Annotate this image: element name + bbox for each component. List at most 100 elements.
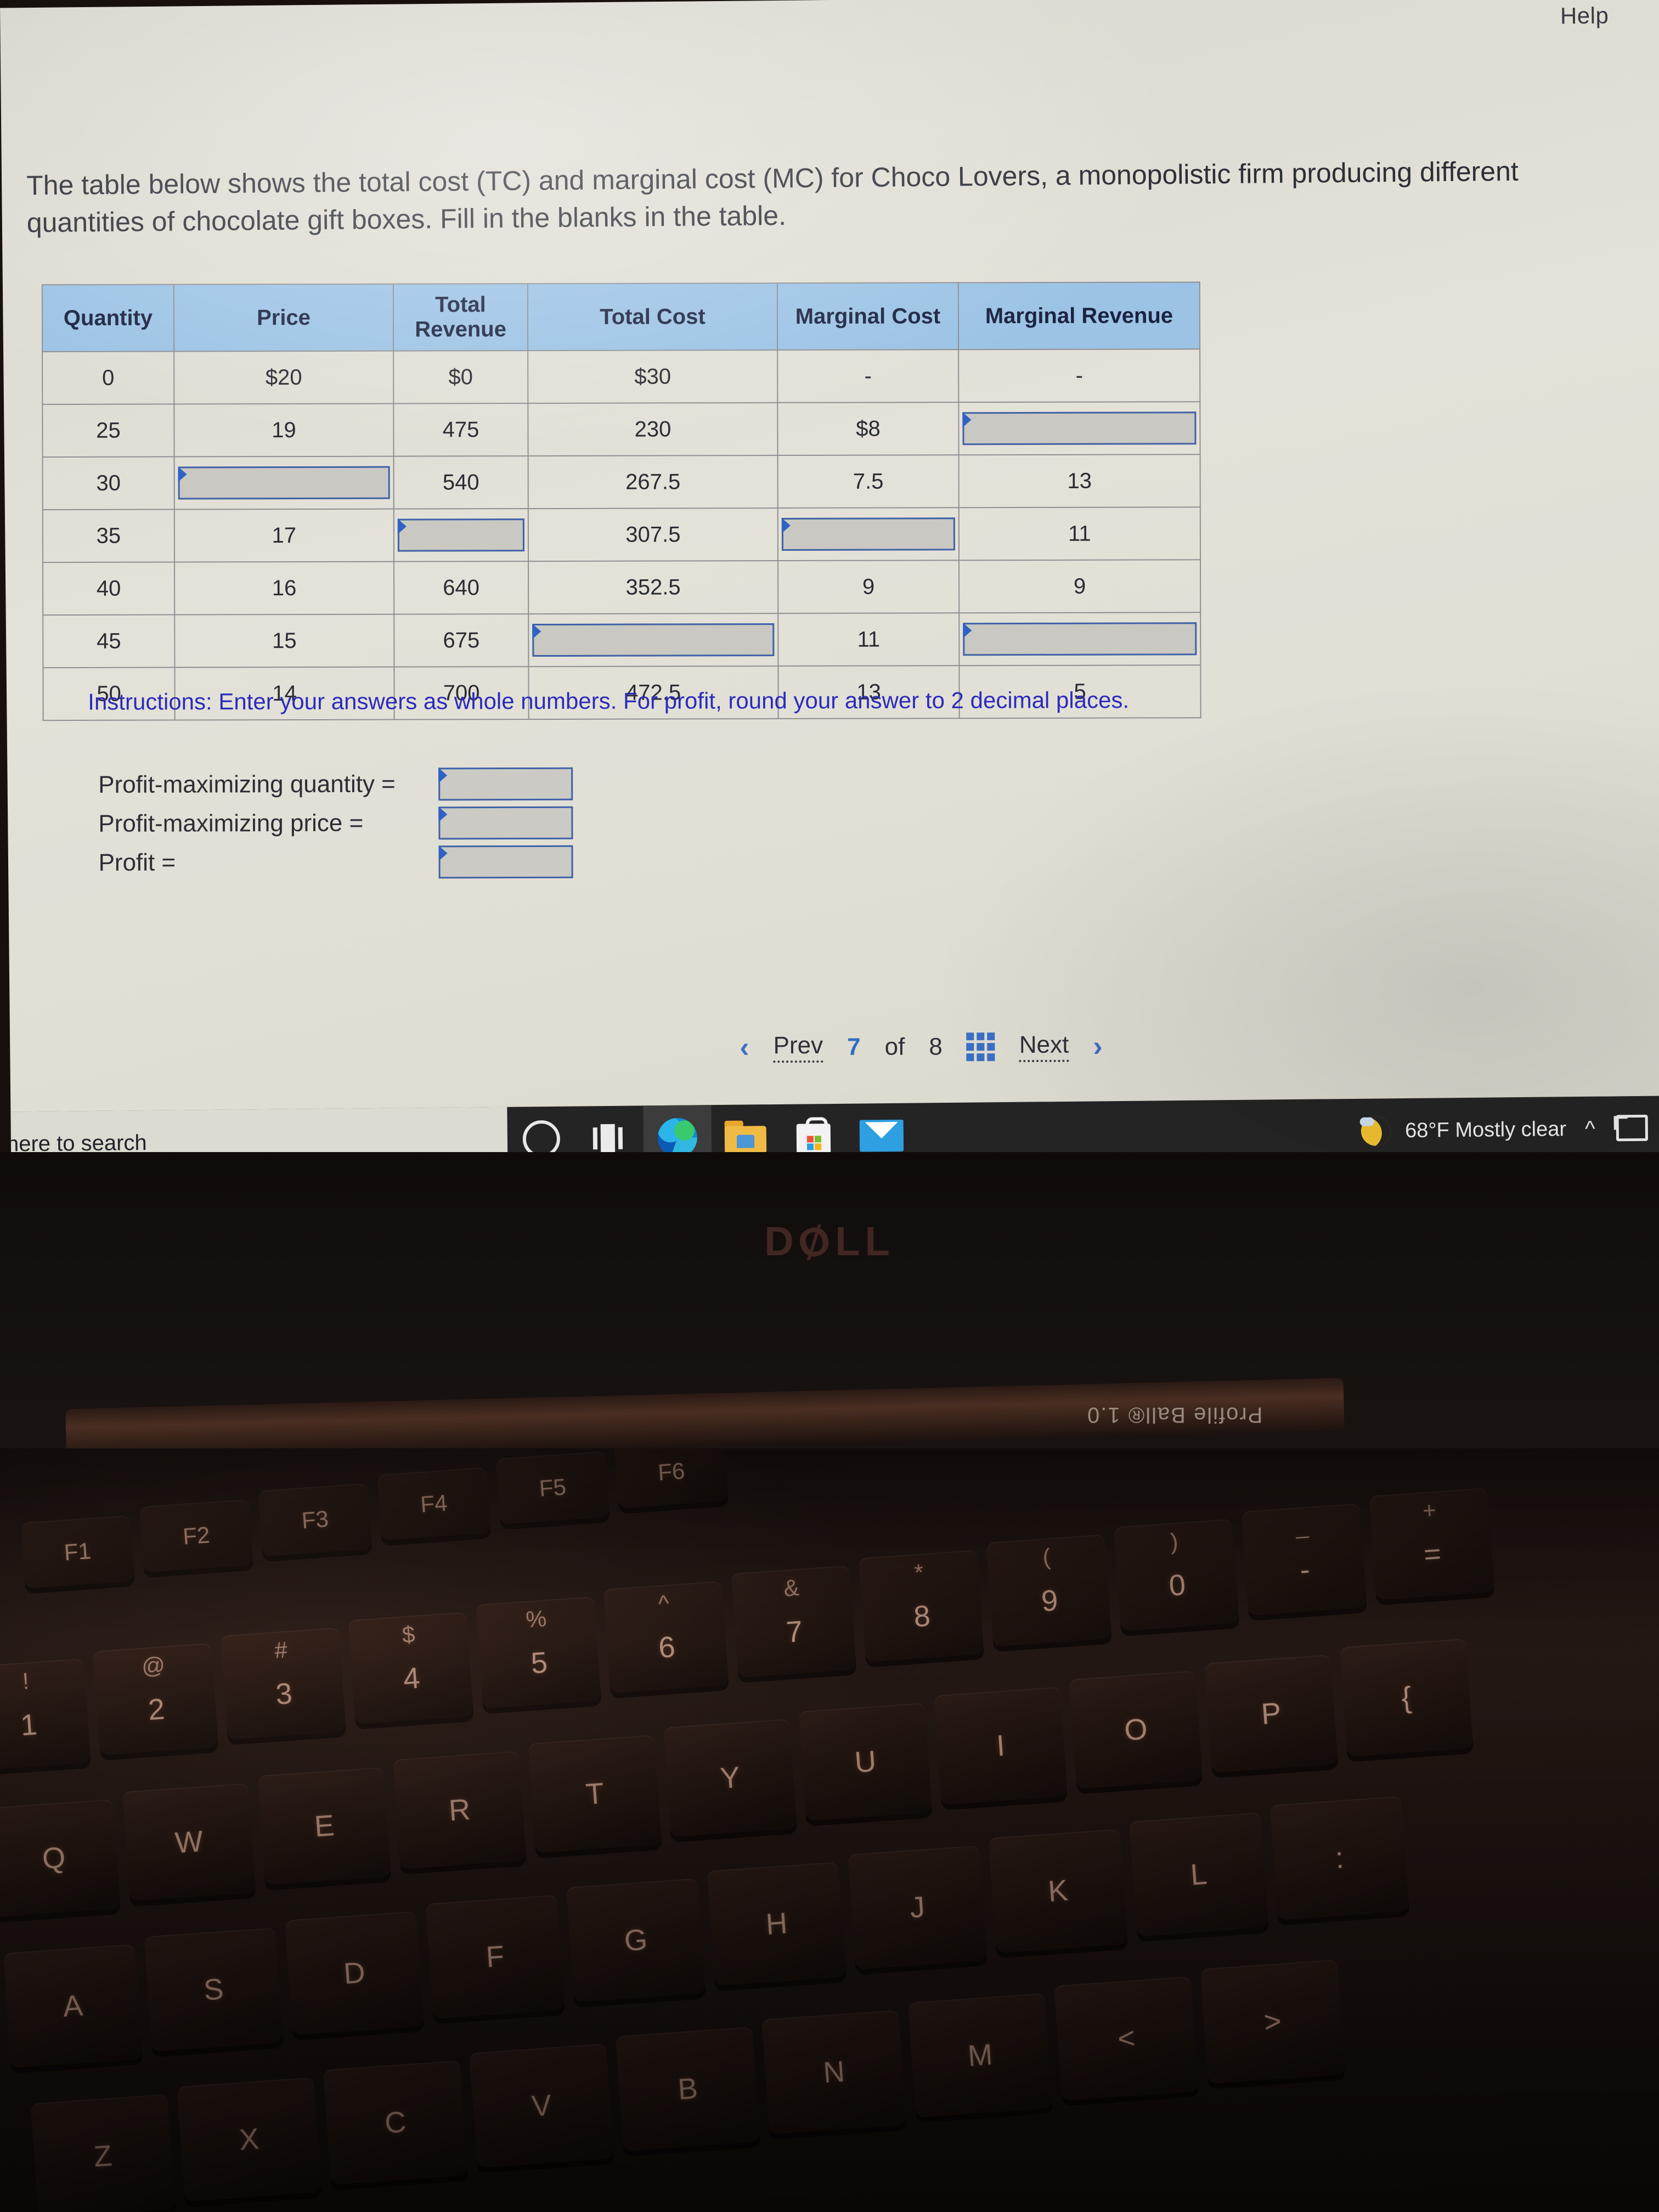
key-9[interactable]: (9 [986,1534,1112,1647]
key-1[interactable]: ! 1 [0,1658,91,1771]
key-f[interactable]: F [425,1894,565,2019]
key-5[interactable]: % 5 [476,1596,601,1709]
key-o[interactable]: O [1069,1671,1203,1789]
cell-marginal-revenue: 13 [958,454,1200,508]
key-e[interactable]: E [257,1767,391,1886]
key-h[interactable]: H [707,1861,847,1986]
input-total-cost-45[interactable] [532,623,775,657]
col-header-price: Price [173,284,394,352]
cell-total-cost-input[interactable] [528,613,778,667]
cost-revenue-table-wrapper: Quantity Price Total Revenue Total Cost … [42,281,1201,721]
key-label: S [202,1972,225,2007]
key-m[interactable]: M [907,1993,1053,2118]
input-profit-max-price[interactable] [438,806,573,839]
key-label: 9 [1040,1584,1059,1618]
key-u[interactable]: U [798,1702,933,1821]
key-w[interactable]: W [122,1783,256,1901]
key-label: { [1400,1680,1413,1714]
key-k[interactable]: K [988,1829,1128,1953]
key-label: < [1116,2021,1137,2056]
input-marginal-revenue-45[interactable] [963,622,1197,656]
key--[interactable]: < [1054,1976,1199,2101]
input-price-30[interactable] [178,466,390,500]
cell-marginal-cost: 11 [778,613,960,667]
key--[interactable]: + = [1369,1487,1495,1600]
cell-total-revenue-input[interactable] [393,509,529,562]
page-total: 8 [929,1033,943,1060]
next-button[interactable]: Next [1019,1031,1069,1063]
key-d[interactable]: D [284,1911,424,2035]
key-7[interactable]: & 7 [731,1565,857,1678]
key-f2[interactable]: F2 [139,1499,253,1573]
key--[interactable]: _ - [1241,1503,1367,1616]
key-4[interactable]: $4 [348,1612,474,1724]
key-label: 3 [274,1677,294,1711]
cell-total-cost: 352.5 [528,561,778,614]
cell-price: $20 [174,351,394,404]
key-a[interactable]: A [3,1944,143,2068]
key-i[interactable]: I [934,1686,1068,1805]
key-label: F4 [419,1489,448,1517]
key-label: B [676,2072,699,2106]
key-x[interactable]: X [177,2077,322,2202]
cell-quantity: 25 [42,404,174,458]
key--[interactable]: > [1200,1959,1345,2084]
input-profit-max-quantity[interactable] [438,767,573,800]
quiz-page: Help The table below shows the total cos… [0,0,1659,1177]
key-b[interactable]: B [615,2027,760,2152]
cell-marginal-revenue-input[interactable] [958,402,1200,455]
key-label: - [1299,1553,1311,1587]
key-r[interactable]: R [393,1751,527,1870]
input-total-revenue-35[interactable] [397,518,524,552]
key-6[interactable]: ^ 6 [603,1581,729,1694]
key-v[interactable]: V [469,2043,614,2168]
chevron-left-icon[interactable]: ‹ [740,1031,749,1064]
key-8[interactable]: * 8 [858,1550,984,1662]
chevron-right-icon[interactable]: › [1093,1030,1102,1063]
key-f4[interactable]: F4 [376,1467,491,1541]
battery-charging-icon[interactable] [1613,1114,1649,1142]
help-link[interactable]: Help [1560,2,1609,29]
key-f3[interactable]: F3 [258,1483,373,1557]
cell-marginal-cost-input[interactable] [777,507,959,561]
key-3[interactable]: #3 [220,1627,346,1740]
col-header-marginal-cost: Marginal Cost [777,283,959,351]
key--[interactable]: : [1269,1796,1409,1921]
key-2[interactable]: @2 [93,1643,219,1756]
prev-button[interactable]: Prev [773,1031,823,1063]
input-marginal-cost-35[interactable] [781,517,955,551]
col-header-quantity: Quantity [42,284,174,352]
key-q[interactable]: Q [0,1799,121,1917]
key-z[interactable]: Z [30,2094,176,2212]
cell-marginal-cost: - [777,349,959,403]
key-g[interactable]: G [566,1878,706,2002]
key-label: P [1260,1696,1283,1731]
pen-brand-text: Profile Ball® 1.0 [1086,1403,1263,1427]
key-f5[interactable]: F5 [495,1451,610,1525]
chevron-up-icon[interactable]: ^ [1585,1116,1595,1141]
key-p[interactable]: P [1204,1654,1338,1773]
key-f1[interactable]: F1 [20,1515,135,1589]
key-c[interactable]: C [323,2060,468,2185]
key-s[interactable]: S [144,1927,284,2052]
key-f6[interactable]: F6 [614,1448,729,1509]
weather-widget[interactable]: 68°F Mostly clear [1359,1114,1566,1146]
input-profit[interactable] [438,845,573,878]
cell-marginal-revenue-input[interactable] [959,612,1201,666]
grid-view-icon[interactable] [966,1032,995,1062]
table-header-row: Quantity Price Total Revenue Total Cost … [42,282,1200,352]
cell-price-input[interactable] [174,456,394,510]
key-y[interactable]: Y [663,1718,797,1837]
cell-total-revenue: 540 [393,456,528,509]
key--[interactable]: { [1339,1638,1474,1757]
key-l[interactable]: L [1129,1812,1269,1937]
key-label: C [383,2105,408,2140]
cell-quantity: 35 [42,509,175,563]
key-0[interactable]: ) 0 [1114,1519,1239,1632]
key-t[interactable]: T [528,1735,662,1853]
key-n[interactable]: N [761,2010,907,2135]
input-marginal-revenue-25[interactable] [962,411,1197,445]
cell-total-cost: $30 [528,350,778,404]
key-label: D [342,1956,366,1990]
key-j[interactable]: J [848,1845,988,1970]
